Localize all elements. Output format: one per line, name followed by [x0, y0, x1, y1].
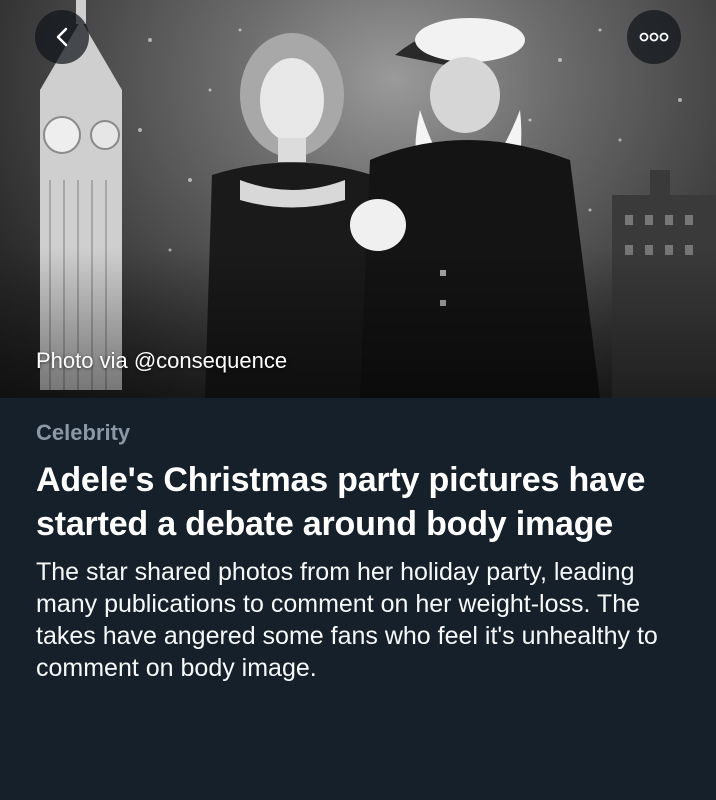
- more-dots-icon: [639, 32, 669, 42]
- article-headline: Adele's Christmas party pictures have st…: [36, 461, 646, 543]
- more-options-button[interactable]: [627, 10, 681, 64]
- back-button[interactable]: [35, 10, 89, 64]
- category-label: Celebrity: [36, 420, 131, 445]
- article-summary: The star shared photos from her holiday …: [36, 558, 658, 682]
- hero-bottom-gradient: [0, 248, 716, 398]
- article-details: Celebrity Adele's Christmas party pictur…: [0, 398, 716, 684]
- chevron-left-icon: [56, 27, 68, 47]
- photo-credit: Photo via @consequence: [36, 348, 288, 373]
- article-hero-image: Photo via @consequence: [0, 0, 716, 398]
